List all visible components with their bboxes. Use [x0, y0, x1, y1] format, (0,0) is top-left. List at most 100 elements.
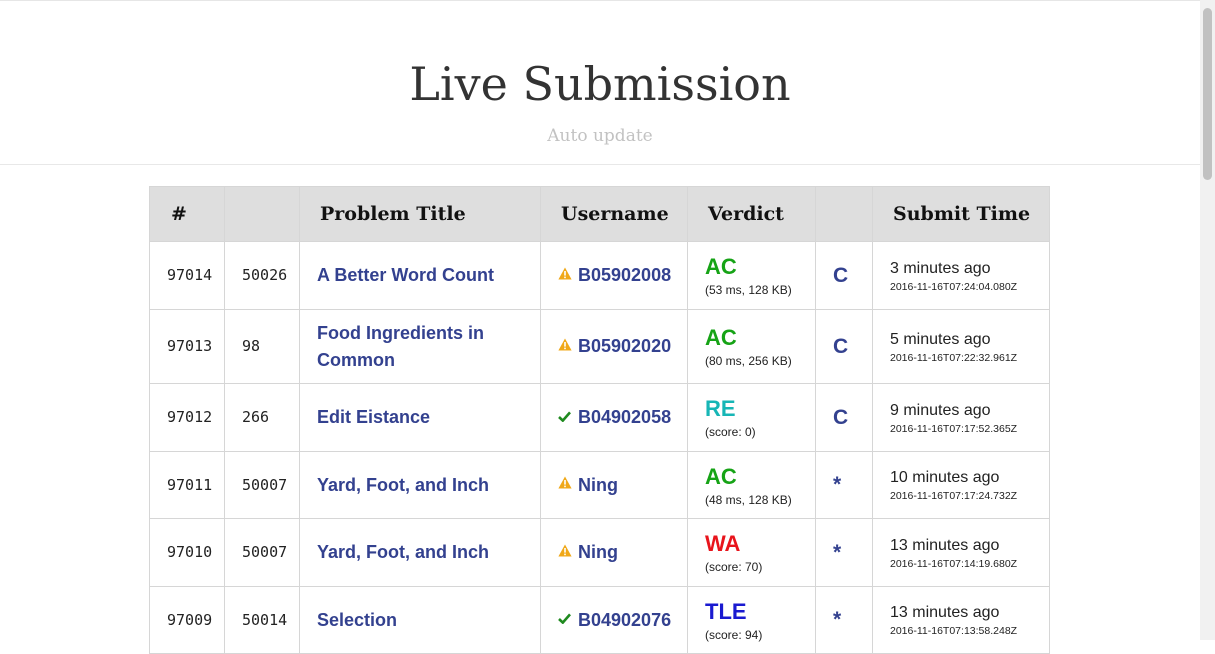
submit-time-cell: 13 minutes ago 2016-11-16T07:14:19.680Z [872, 518, 1050, 587]
language-link[interactable]: * [833, 608, 841, 631]
language-cell: C [815, 241, 873, 310]
problem-id: 50026 [242, 266, 288, 284]
language-link[interactable]: C [833, 264, 848, 287]
column-header-username[interactable]: Username [540, 186, 688, 242]
username-link[interactable]: Ning [578, 472, 618, 499]
verdict-code[interactable]: AC [705, 254, 815, 280]
verdict-cell: AC (80 ms, 256 KB) [687, 309, 816, 384]
warning-icon [558, 476, 576, 494]
table-row: 97009 50014 Selection B04902076 TLE (sco… [149, 586, 1050, 654]
submit-time-absolute: 2016-11-16T07:24:04.080Z [890, 280, 1018, 293]
checkmark-icon [558, 409, 576, 427]
problem-title-cell: Selection [299, 586, 541, 654]
submit-time-cell: 10 minutes ago 2016-11-16T07:17:24.732Z [872, 451, 1050, 519]
problem-title-cell: A Better Word Count [299, 241, 541, 310]
submit-time-relative: 5 minutes ago [890, 330, 991, 348]
submission-id-cell: 97010 [149, 518, 225, 587]
table-header-row: # Problem Title Username Verdict Submit … [149, 186, 1050, 242]
problem-title-link[interactable]: Yard, Foot, and Inch [317, 475, 489, 495]
column-header-id[interactable]: # [149, 186, 225, 242]
column-header-verdict[interactable]: Verdict [687, 186, 816, 242]
verdict-detail: (48 ms, 128 KB) [705, 492, 792, 507]
verdict-cell: WA (score: 70) [687, 518, 816, 587]
submission-id: 97011 [167, 475, 213, 494]
submission-id: 97010 [167, 543, 213, 561]
submit-time-absolute: 2016-11-16T07:14:19.680Z [890, 557, 1018, 570]
verdict-code[interactable]: AC [705, 325, 815, 351]
submission-id: 97012 [167, 408, 213, 426]
username-cell: B05902008 [540, 241, 688, 310]
username-link[interactable]: B05902008 [578, 262, 671, 289]
username-link[interactable]: B04902076 [578, 607, 671, 634]
problem-title-link[interactable]: A Better Word Count [317, 265, 494, 285]
username-link[interactable]: Ning [578, 539, 618, 566]
verdict-code[interactable]: TLE [705, 599, 815, 625]
verdict-cell: RE (score: 0) [687, 383, 816, 452]
problem-id-cell: 50026 [224, 241, 300, 310]
language-cell: * [815, 518, 873, 587]
username-link[interactable]: B05902020 [578, 333, 671, 360]
table-row: 97013 98 Food Ingredients in Common B059… [149, 309, 1050, 384]
language-link[interactable]: C [833, 335, 848, 358]
submission-id: 97013 [167, 337, 213, 355]
verdict-detail: (score: 70) [705, 560, 763, 574]
problem-title-cell: Edit Eistance [299, 383, 541, 452]
verdict-detail: (score: 94) [705, 627, 763, 642]
verdict-detail: (80 ms, 256 KB) [705, 354, 792, 368]
table-row: 97014 50026 A Better Word Count B0590200… [149, 241, 1050, 310]
submit-time-absolute: 2016-11-16T07:17:24.732Z [890, 490, 1018, 502]
column-header-language [815, 186, 873, 242]
username-cell: Ning [540, 451, 688, 519]
verdict-code[interactable]: RE [705, 396, 815, 422]
scrollbar-thumb[interactable] [1203, 8, 1212, 180]
language-cell: C [815, 383, 873, 452]
problem-id: 50007 [242, 543, 288, 561]
language-cell: C [815, 309, 873, 384]
submit-time-relative: 3 minutes ago [890, 259, 991, 277]
submission-id: 97014 [167, 266, 213, 284]
language-cell: * [815, 586, 873, 654]
username-link[interactable]: B04902058 [578, 404, 671, 431]
verdict-cell: TLE (score: 94) [687, 586, 816, 654]
submit-time-relative: 13 minutes ago [890, 604, 1000, 621]
table-row: 97012 266 Edit Eistance B04902058 RE (sc… [149, 383, 1050, 452]
language-link[interactable]: * [833, 541, 841, 564]
column-header-problem-title[interactable]: Problem Title [299, 186, 541, 242]
submit-time-absolute: 2016-11-16T07:13:58.248Z [890, 625, 1018, 637]
submission-id-cell: 97012 [149, 383, 225, 452]
submit-time-relative: 13 minutes ago [890, 536, 1000, 554]
username-cell: B05902020 [540, 309, 688, 384]
problem-title-link[interactable]: Edit Eistance [317, 407, 430, 427]
verdict-detail: (score: 0) [705, 425, 756, 439]
problem-title-cell: Yard, Foot, and Inch [299, 518, 541, 587]
problem-title-cell: Food Ingredients in Common [299, 309, 541, 384]
problem-id: 50014 [242, 610, 288, 629]
verdict-code[interactable]: WA [705, 531, 815, 557]
submit-time-cell: 3 minutes ago 2016-11-16T07:24:04.080Z [872, 241, 1050, 310]
submission-id-cell: 97014 [149, 241, 225, 310]
problem-id-cell: 50014 [224, 586, 300, 654]
page-title: Live Submission [409, 57, 791, 111]
submit-time-cell: 13 minutes ago 2016-11-16T07:13:58.248Z [872, 586, 1050, 654]
username-cell: B04902058 [540, 383, 688, 452]
language-link[interactable]: C [833, 406, 848, 429]
submissions-table: # Problem Title Username Verdict Submit … [149, 186, 1050, 654]
submit-time-relative: 9 minutes ago [890, 401, 991, 419]
problem-id: 266 [242, 408, 270, 426]
submission-id: 97009 [167, 610, 213, 629]
vertical-scrollbar[interactable] [1200, 0, 1215, 640]
language-cell: * [815, 451, 873, 519]
table-row: 97011 50007 Yard, Foot, and Inch Ning AC… [149, 451, 1050, 519]
submission-id-cell: 97011 [149, 451, 225, 519]
problem-title-link[interactable]: Selection [317, 610, 397, 630]
problem-title-link[interactable]: Yard, Foot, and Inch [317, 542, 489, 562]
problem-id-cell: 50007 [224, 451, 300, 519]
verdict-code[interactable]: AC [705, 464, 815, 490]
table-row: 97010 50007 Yard, Foot, and Inch Ning WA… [149, 518, 1050, 587]
column-header-submit-time[interactable]: Submit Time [872, 186, 1050, 242]
language-link[interactable]: * [833, 473, 841, 496]
problem-title-link[interactable]: Food Ingredients in Common [317, 323, 484, 370]
submit-time-absolute: 2016-11-16T07:22:32.961Z [890, 351, 1018, 364]
username-cell: Ning [540, 518, 688, 587]
problem-id: 50007 [242, 475, 288, 494]
